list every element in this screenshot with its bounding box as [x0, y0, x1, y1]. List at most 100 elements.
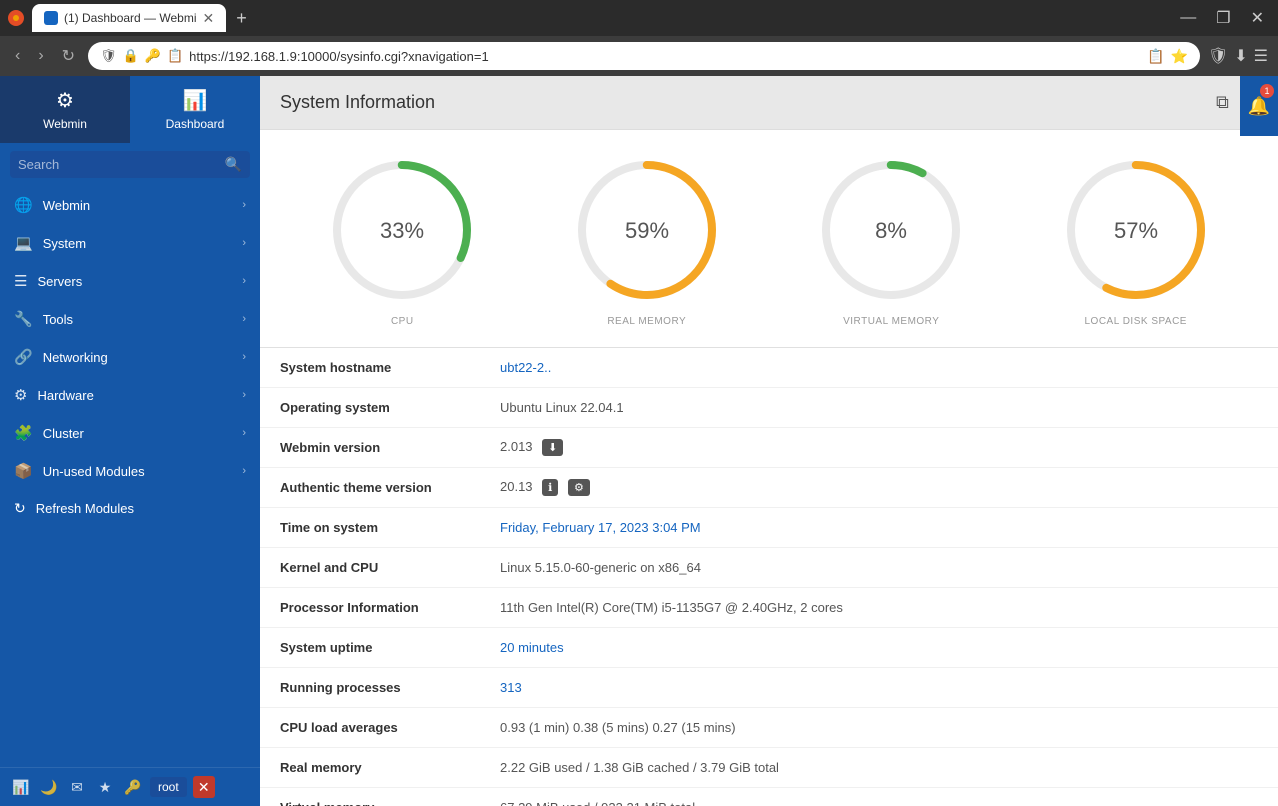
- address-bar[interactable]: 🛡 🔒 🔑 📋 https://192.168.1.9:10000/sysinf…: [88, 42, 1200, 70]
- row-label: System hostname: [280, 360, 500, 375]
- row-value: 0.93 (1 min) 0.38 (5 mins) 0.27 (15 mins…: [500, 720, 736, 735]
- chevron-right-icon: ›: [242, 199, 246, 211]
- maximize-button[interactable]: ❐: [1210, 6, 1236, 30]
- minimize-button[interactable]: —: [1174, 7, 1202, 29]
- back-button[interactable]: ‹: [10, 45, 25, 67]
- servers-nav-icon: ☰: [14, 272, 27, 290]
- row-value: Linux 5.15.0-60-generic on x86_64: [500, 560, 701, 575]
- row-value: 313: [500, 680, 522, 695]
- search-input[interactable]: [18, 157, 219, 172]
- browser-chrome: (1) Dashboard — Webmi ✕ + — ❐ ✕ ‹ › ↻ 🛡 …: [0, 0, 1278, 76]
- sidebar-item-webmin[interactable]: 🌐 Webmin ›: [0, 186, 260, 224]
- sidebar-webmin-tab[interactable]: ⚙ Webmin: [0, 76, 130, 143]
- sidebar-item-unused-modules[interactable]: 📦 Un-used Modules ›: [0, 452, 260, 490]
- networking-nav-icon: 🔗: [14, 348, 33, 366]
- bell-icon: 🔔: [1248, 96, 1270, 117]
- svg-text:59%: 59%: [625, 218, 669, 243]
- table-row: System hostname ubt22-2..: [260, 348, 1278, 388]
- dashboard-icon: 📊: [183, 88, 208, 113]
- disk-space-gauge-label: LOCAL DISK SPACE: [1085, 316, 1187, 327]
- sidebar-item-servers[interactable]: ☰ Servers ›: [0, 262, 260, 300]
- row-label: Virtual memory: [280, 800, 500, 806]
- row-value: Ubuntu Linux 22.04.1: [500, 400, 624, 415]
- webmin-version-download-btn[interactable]: ⬇: [542, 439, 563, 456]
- footer-user-label[interactable]: root: [150, 777, 187, 797]
- footer-icon-key[interactable]: 🔑: [122, 776, 144, 798]
- footer-icon-mail[interactable]: ✉: [66, 776, 88, 798]
- sidebar: ⚙ Webmin 📊 Dashboard 🔍 🌐 Webmin ›: [0, 76, 260, 806]
- content-header: System Information ⧉ ↻: [260, 76, 1278, 130]
- sidebar-item-label: System: [43, 236, 86, 251]
- disk-space-gauge-svg: 57%: [1056, 150, 1216, 310]
- sidebar-search-container: 🔍: [0, 143, 260, 186]
- refresh-modules-button[interactable]: ↻ Refresh Modules: [0, 490, 260, 527]
- svg-text:33%: 33%: [380, 218, 424, 243]
- active-tab[interactable]: (1) Dashboard — Webmi ✕: [32, 4, 226, 32]
- real-memory-gauge-label: REAL MEMORY: [607, 316, 686, 327]
- sidebar-item-left: 🔗 Networking: [14, 348, 108, 366]
- table-row: System uptime 20 minutes: [260, 628, 1278, 668]
- chevron-right-icon: ›: [242, 275, 246, 287]
- chevron-right-icon: ›: [242, 313, 246, 325]
- search-icon: 🔍: [225, 156, 242, 173]
- sidebar-item-left: 📦 Un-used Modules: [14, 462, 145, 480]
- table-row: Kernel and CPU Linux 5.15.0-60-generic o…: [260, 548, 1278, 588]
- page-title: System Information: [280, 92, 435, 113]
- row-label: Authentic theme version: [280, 480, 500, 495]
- chevron-right-icon: ›: [242, 351, 246, 363]
- forward-button[interactable]: ›: [33, 45, 48, 67]
- virtual-memory-gauge-svg: 8%: [811, 150, 971, 310]
- sidebar-item-tools[interactable]: 🔧 Tools ›: [0, 300, 260, 338]
- sidebar-item-system[interactable]: 💻 System ›: [0, 224, 260, 262]
- tab-favicon: [44, 11, 58, 25]
- sidebar-dashboard-tab[interactable]: 📊 Dashboard: [130, 76, 260, 143]
- sidebar-item-left: 💻 System: [14, 234, 86, 252]
- tab-bar: (1) Dashboard — Webmi ✕ +: [32, 4, 1166, 32]
- table-row: Real memory 2.22 GiB used / 1.38 GiB cac…: [260, 748, 1278, 788]
- notification-badge[interactable]: 🔔 1: [1240, 76, 1278, 136]
- uptime-link[interactable]: 20 minutes: [500, 640, 564, 655]
- chevron-right-icon: ›: [242, 389, 246, 401]
- time-link[interactable]: Friday, February 17, 2023 3:04 PM: [500, 520, 701, 535]
- close-window-button[interactable]: ✕: [1245, 6, 1270, 30]
- app-layout: ⚙ Webmin 📊 Dashboard 🔍 🌐 Webmin ›: [0, 76, 1278, 806]
- real-memory-gauge: 59% REAL MEMORY: [567, 150, 727, 327]
- sidebar-search-box[interactable]: 🔍: [10, 151, 250, 178]
- row-label: Webmin version: [280, 440, 500, 455]
- address-right-icons: 📋 ⭐: [1147, 48, 1188, 65]
- copy-button[interactable]: ⧉: [1214, 90, 1231, 115]
- virtual-memory-gauge: 8% VIRTUAL MEMORY: [811, 150, 971, 327]
- theme-version-info-btn[interactable]: ℹ: [542, 479, 558, 496]
- theme-version-action-btn[interactable]: ⚙: [568, 479, 590, 496]
- footer-logout-button[interactable]: ✕: [193, 776, 215, 798]
- sidebar-item-cluster[interactable]: 🧩 Cluster ›: [0, 414, 260, 452]
- processes-link[interactable]: 313: [500, 680, 522, 695]
- svg-text:57%: 57%: [1114, 218, 1158, 243]
- hostname-link[interactable]: ubt22-2..: [500, 360, 551, 375]
- sidebar-item-label: Servers: [37, 274, 82, 289]
- table-row: Authentic theme version 20.13 ℹ ⚙: [260, 468, 1278, 508]
- footer-icon-moon[interactable]: 🌙: [38, 776, 60, 798]
- sidebar-item-left: 🔧 Tools: [14, 310, 73, 328]
- footer-icon-bar[interactable]: 📊: [10, 776, 32, 798]
- row-label: Kernel and CPU: [280, 560, 500, 575]
- tab-title: (1) Dashboard — Webmi: [64, 11, 197, 25]
- notification-count: 1: [1260, 84, 1274, 98]
- main-content: 🔔 1 System Information ⧉ ↻ 33% CPU: [260, 76, 1278, 806]
- sidebar-item-networking[interactable]: 🔗 Networking ›: [0, 338, 260, 376]
- row-label: Running processes: [280, 680, 500, 695]
- reload-button[interactable]: ↻: [57, 44, 80, 68]
- tab-close-button[interactable]: ✕: [203, 11, 215, 25]
- table-row: Processor Information 11th Gen Intel(R) …: [260, 588, 1278, 628]
- svg-text:8%: 8%: [875, 218, 907, 243]
- sidebar-item-hardware[interactable]: ⚙ Hardware ›: [0, 376, 260, 414]
- row-label: Real memory: [280, 760, 500, 775]
- row-label: Processor Information: [280, 600, 500, 615]
- gauges-section: 33% CPU 59% REAL MEMORY 8%: [260, 130, 1278, 348]
- footer-icon-star[interactable]: ★: [94, 776, 116, 798]
- new-tab-button[interactable]: +: [230, 6, 253, 31]
- row-value: ubt22-2..: [500, 360, 551, 375]
- table-row: Running processes 313: [260, 668, 1278, 708]
- virtual-memory-gauge-label: VIRTUAL MEMORY: [843, 316, 939, 327]
- sidebar-item-left: ☰ Servers: [14, 272, 82, 290]
